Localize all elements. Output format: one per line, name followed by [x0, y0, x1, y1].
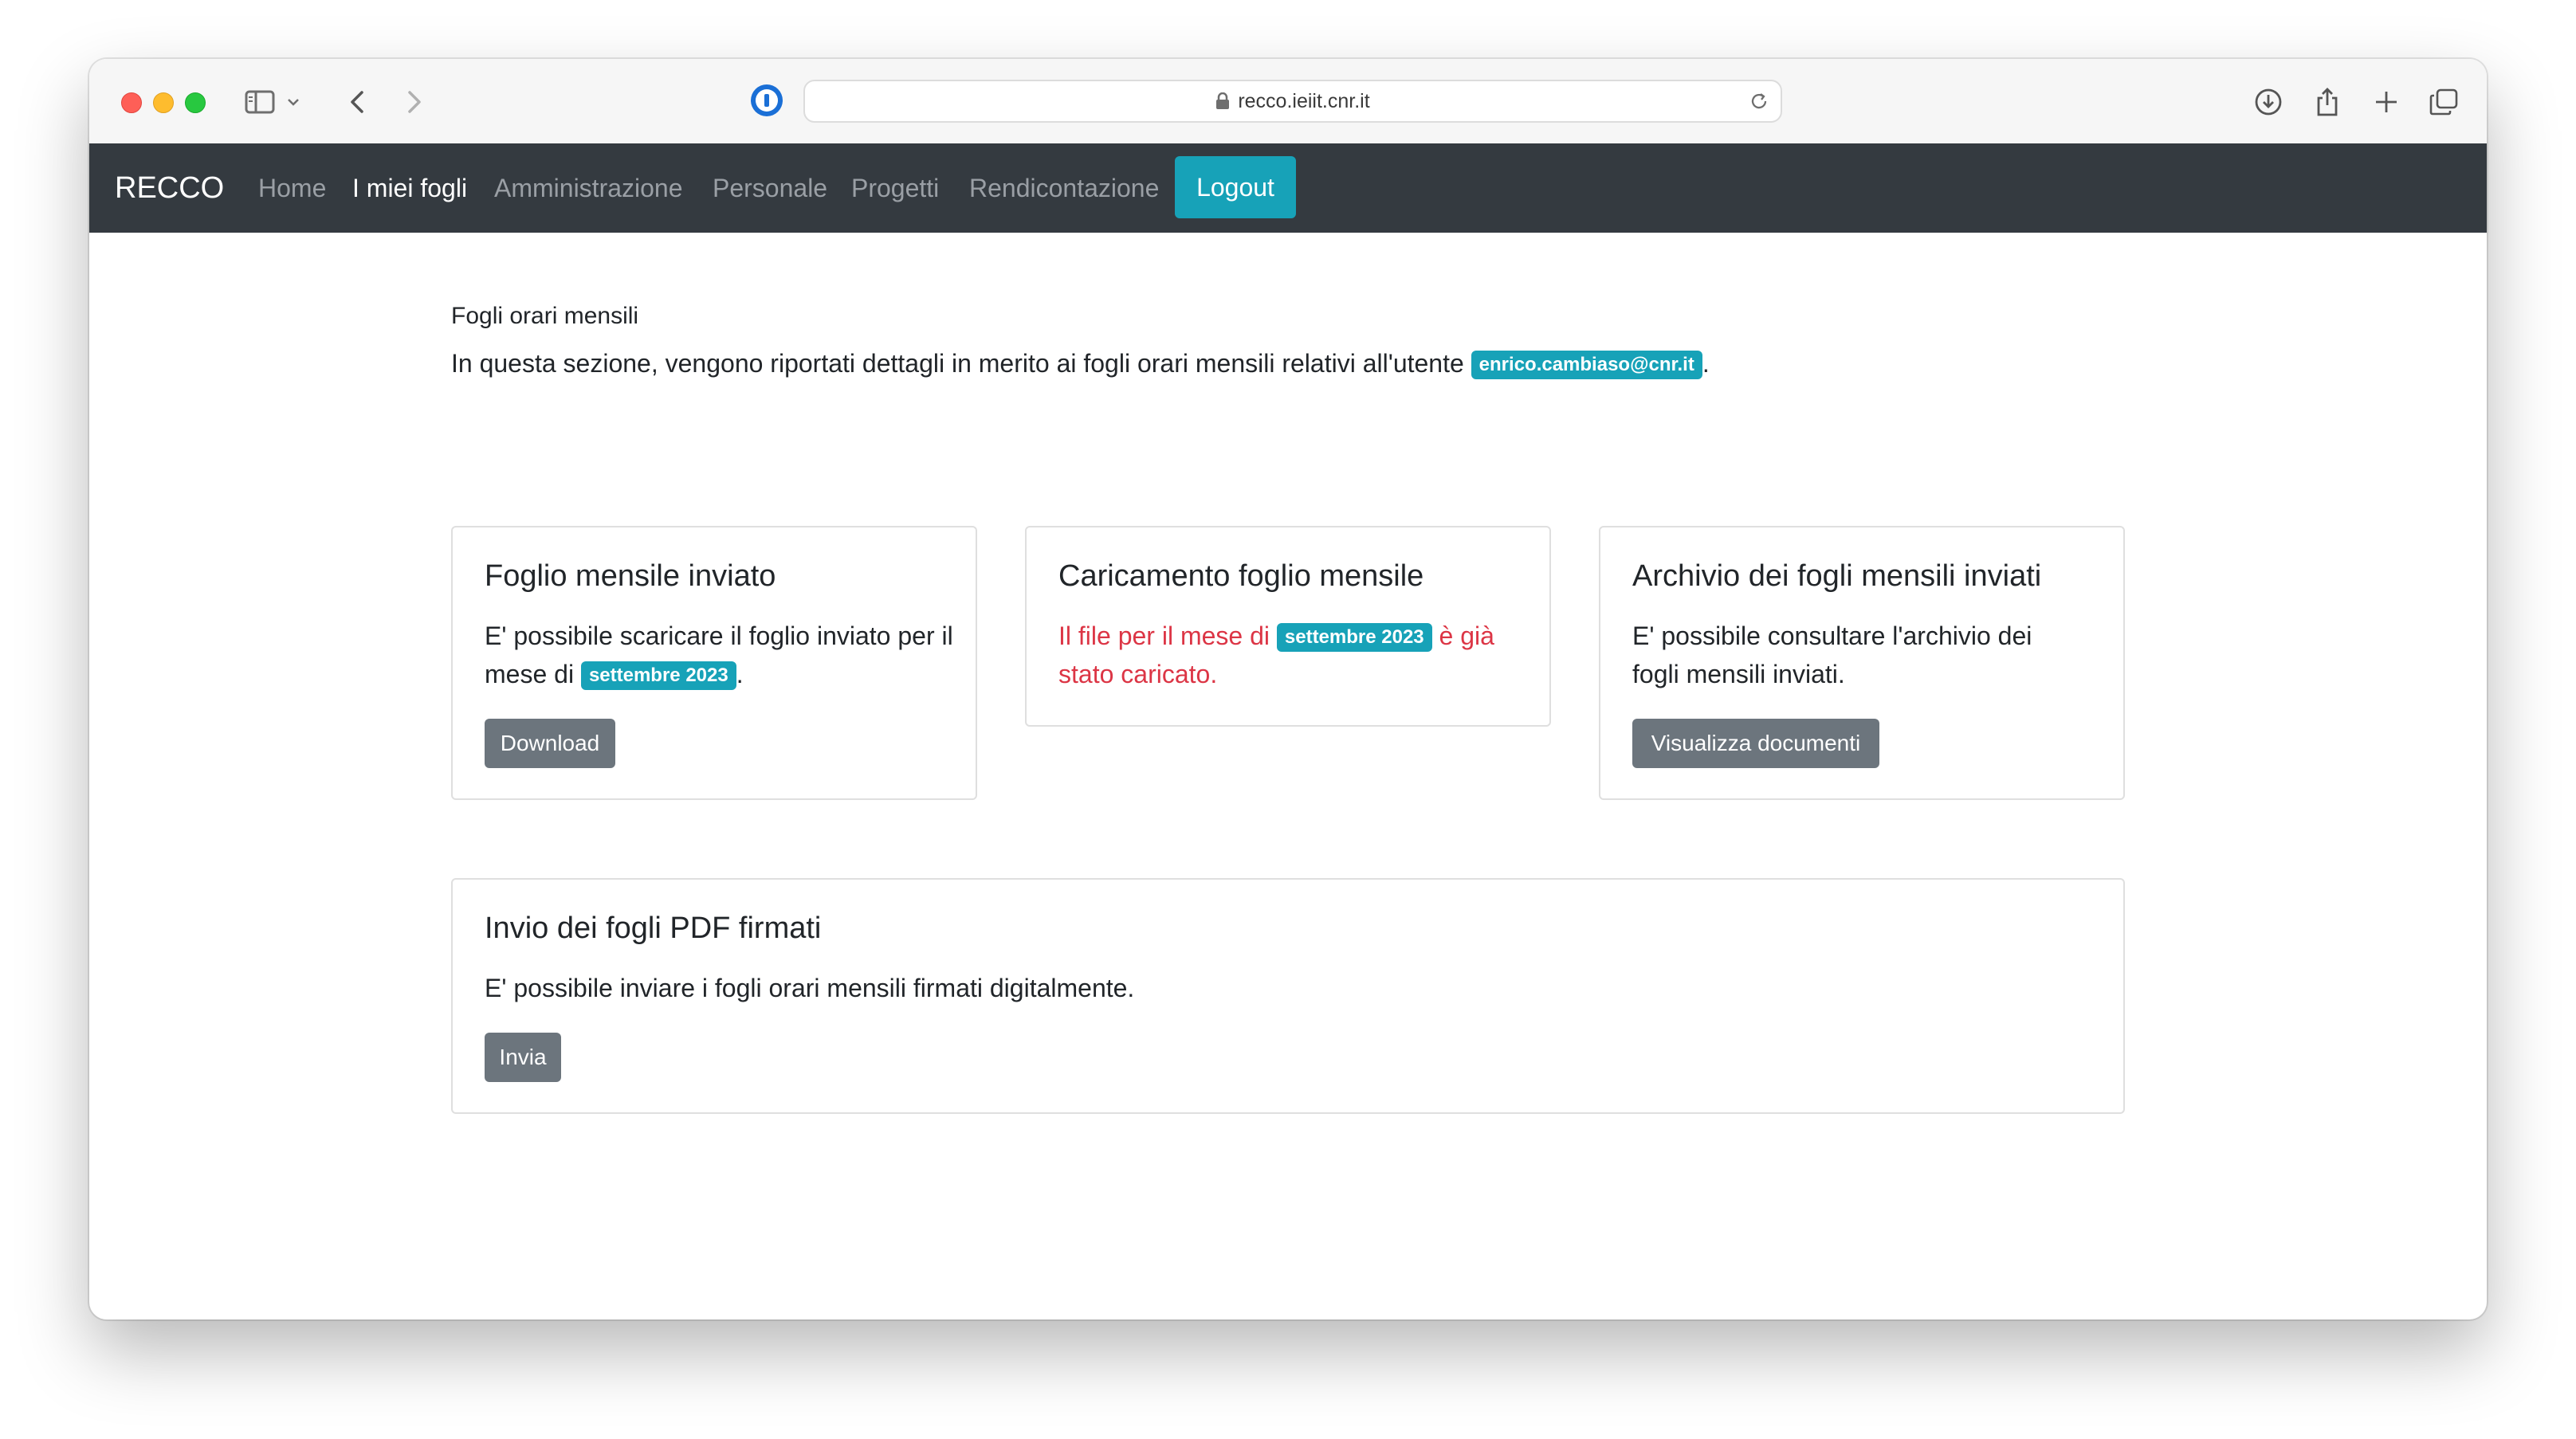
card-title: Foglio mensile inviato — [485, 559, 776, 593]
brand-logo[interactable]: RECCO — [115, 143, 224, 233]
card-upload-sheet: Caricamento foglio mensile Il file per i… — [1025, 526, 1551, 727]
card-title: Invio dei fogli PDF firmati — [485, 912, 822, 945]
logout-button[interactable]: Logout — [1175, 156, 1296, 218]
intro-text: In questa sezione, vengono riportati det… — [451, 349, 1464, 378]
tabs-overview-icon[interactable] — [2426, 83, 2461, 121]
card-text: E' possibile scaricare il foglio inviato… — [485, 617, 955, 693]
minimize-window-button[interactable] — [153, 92, 174, 113]
view-documents-button[interactable]: Visualizza documenti — [1632, 719, 1879, 768]
forward-icon[interactable] — [400, 83, 429, 121]
page-title: Fogli orari mensili — [451, 303, 639, 329]
nav-link-amministrazione[interactable]: Amministrazione — [494, 143, 683, 233]
back-icon[interactable] — [343, 83, 371, 121]
lock-icon — [1215, 92, 1230, 110]
download-icon[interactable] — [2251, 83, 2286, 121]
card-text-before: Il file per il mese di — [1058, 621, 1270, 650]
password-manager-icon[interactable] — [751, 84, 783, 116]
nav-link-home[interactable]: Home — [258, 143, 326, 233]
card-sent-sheet: Foglio mensile inviato E' possibile scar… — [451, 526, 977, 800]
send-button[interactable]: Invia — [485, 1033, 561, 1082]
sidebar-icon[interactable] — [242, 83, 277, 121]
card-text: E' possibile inviare i fogli orari mensi… — [485, 974, 1135, 1002]
user-badge: enrico.cambiaso@cnr.it — [1471, 351, 1702, 379]
card-title: Archivio dei fogli mensili inviati — [1632, 559, 2042, 593]
share-icon[interactable] — [2310, 83, 2345, 121]
app-navbar: RECCO Home I miei fogli Amministrazione … — [89, 143, 2487, 233]
close-window-button[interactable] — [121, 92, 142, 113]
card-archive: Archivio dei fogli mensili inviati E' po… — [1599, 526, 2125, 800]
chevron-down-icon[interactable] — [284, 83, 303, 121]
card-text-after: . — [736, 660, 744, 688]
nav-link-i-miei-fogli[interactable]: I miei fogli — [352, 143, 467, 233]
card-title: Caricamento foglio mensile — [1058, 559, 1424, 593]
main-content: Fogli orari mensili In questa sezione, v… — [89, 233, 2487, 1319]
month-badge: settembre 2023 — [1276, 623, 1432, 652]
card-signed-pdf: Invio dei fogli PDF firmati E' possibile… — [451, 878, 2125, 1114]
reload-icon[interactable] — [1749, 91, 1769, 116]
month-badge: settembre 2023 — [580, 661, 736, 690]
card-text: E' possibile consultare l'archivio dei f… — [1632, 621, 2032, 688]
nav-link-personale[interactable]: Personale — [713, 143, 827, 233]
new-tab-icon[interactable] — [2369, 83, 2404, 121]
url-text: recco.ieiit.cnr.it — [1238, 89, 1370, 112]
intro-end: . — [1702, 349, 1710, 378]
nav-link-progetti[interactable]: Progetti — [851, 143, 939, 233]
card-text: Il file per il mese di settembre 2023 è … — [1058, 617, 1537, 693]
zoom-window-button[interactable] — [185, 92, 206, 113]
download-button[interactable]: Download — [485, 719, 615, 768]
browser-window: recco.ieiit.cnr.it RECCO Home I miei fog… — [89, 59, 2487, 1319]
intro-paragraph: In questa sezione, vengono riportati det… — [451, 349, 1710, 379]
browser-toolbar: recco.ieiit.cnr.it — [89, 59, 2487, 145]
address-bar[interactable]: recco.ieiit.cnr.it — [803, 80, 1782, 123]
nav-link-rendicontazione[interactable]: Rendicontazione — [969, 143, 1159, 233]
